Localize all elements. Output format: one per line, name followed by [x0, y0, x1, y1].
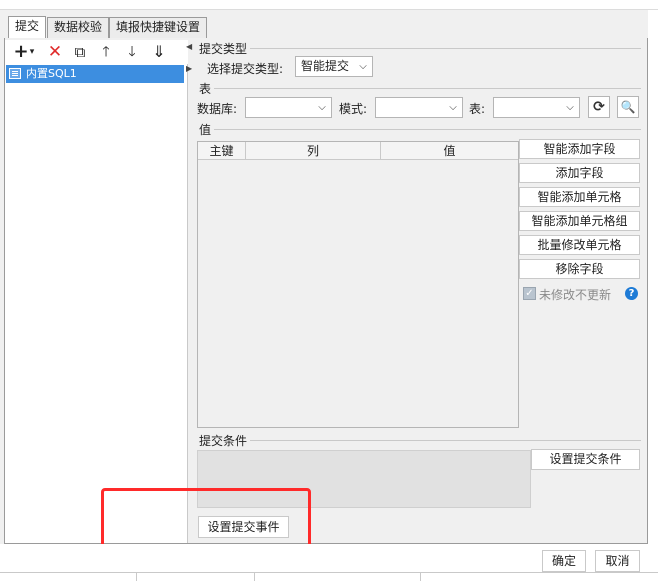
- table-select[interactable]: ⌵: [493, 97, 580, 118]
- database-select[interactable]: ⌵: [245, 97, 332, 118]
- chevron-down-icon: ⌵: [449, 102, 457, 113]
- collapse-left-icon[interactable]: ◀: [186, 42, 192, 51]
- copy-icon[interactable]: ⧉: [70, 42, 90, 62]
- grid-line: [420, 572, 421, 581]
- submit-type-section-title: 提交类型: [199, 40, 251, 57]
- unchanged-no-update-label: 未修改不更新: [539, 288, 612, 302]
- table-section-title: 表: [199, 80, 215, 97]
- smart-add-cell-button[interactable]: 智能添加单元格: [519, 187, 640, 207]
- column-header-column[interactable]: 列: [246, 142, 381, 160]
- preview-icon[interactable]: 🔍: [617, 96, 639, 118]
- database-icon: [9, 68, 21, 79]
- move-bottom-icon[interactable]: ⇓: [149, 42, 169, 62]
- help-icon[interactable]: ?: [625, 287, 638, 300]
- window-edge: [648, 10, 658, 581]
- title-bar: [0, 0, 658, 10]
- section-divider: [214, 129, 641, 130]
- value-section-title: 值: [199, 121, 215, 138]
- sql-list-item[interactable]: 内置SQL1: [6, 65, 184, 83]
- grid-line: [254, 572, 255, 581]
- tab-submit[interactable]: 提交: [8, 16, 47, 39]
- cancel-button[interactable]: 取消: [595, 550, 640, 572]
- database-label: 数据库:: [197, 102, 238, 116]
- grid-line: [136, 572, 137, 581]
- remove-field-button[interactable]: 移除字段: [519, 259, 640, 279]
- close-icon[interactable]: ✕: [45, 42, 65, 62]
- schema-label: 模式:: [339, 102, 368, 116]
- submit-type-value: 智能提交: [301, 59, 350, 73]
- section-divider: [214, 88, 641, 89]
- arrow-up-icon[interactable]: 🡑: [96, 42, 116, 62]
- set-condition-button[interactable]: 设置提交条件: [531, 449, 640, 470]
- condition-section-title: 提交条件: [199, 432, 251, 449]
- value-table-body[interactable]: [198, 160, 518, 427]
- expand-right-icon[interactable]: ▶: [186, 64, 192, 73]
- schema-select[interactable]: ⌵: [375, 97, 463, 118]
- ok-button[interactable]: 确定: [542, 550, 586, 572]
- tab-data-validation[interactable]: 数据校验: [47, 17, 110, 38]
- chevron-down-icon: ⌵: [318, 102, 326, 113]
- chevron-down-icon: ⌵: [359, 61, 367, 72]
- sql-list-panel: [5, 40, 188, 543]
- submit-type-label: 选择提交类型:: [207, 62, 284, 76]
- table-label: 表:: [469, 102, 486, 116]
- add-dropdown-icon[interactable]: ▾: [27, 42, 37, 62]
- footer-divider: [0, 572, 658, 573]
- tab-shortcut-settings[interactable]: 填报快捷键设置: [109, 17, 208, 38]
- column-header-primary-key[interactable]: 主键: [198, 142, 246, 160]
- section-divider: [250, 440, 641, 441]
- add-field-button[interactable]: 添加字段: [519, 163, 640, 183]
- arrow-down-icon[interactable]: 🡓: [122, 42, 142, 62]
- section-divider: [250, 48, 641, 49]
- refresh-icon[interactable]: ⟳: [588, 96, 610, 118]
- submit-type-select[interactable]: 智能提交 ⌵: [295, 56, 373, 77]
- smart-add-cell-group-button[interactable]: 智能添加单元格组: [519, 211, 640, 231]
- smart-add-field-button[interactable]: 智能添加字段: [519, 139, 640, 159]
- column-header-value[interactable]: 值: [381, 142, 518, 160]
- unchanged-no-update-checkbox[interactable]: ✓: [523, 287, 536, 300]
- batch-modify-cell-button[interactable]: 批量修改单元格: [519, 235, 640, 255]
- chevron-down-icon: ⌵: [566, 102, 574, 113]
